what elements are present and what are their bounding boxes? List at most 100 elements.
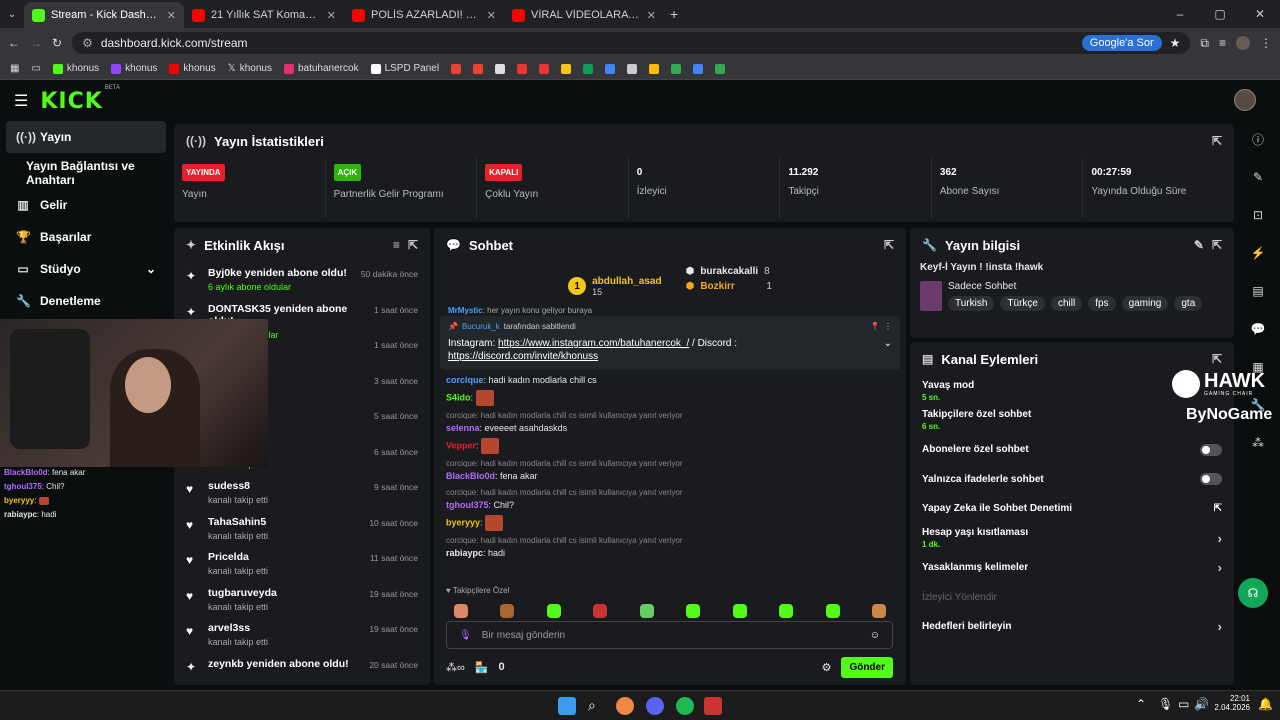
emote-icon[interactable] — [871, 604, 886, 618]
emote-icon[interactable] — [500, 604, 515, 618]
close-tab-icon[interactable]: ✕ — [167, 9, 176, 22]
emote-icon[interactable] — [639, 604, 654, 618]
sidebar-item-gelir[interactable]: ▥ Gelir — [0, 189, 172, 221]
microphone-icon[interactable]: 🎙 — [459, 630, 472, 641]
emote-icon[interactable] — [454, 604, 468, 618]
pinned-by-user[interactable]: Bucuruk_k — [462, 322, 500, 331]
emote-icon[interactable] — [546, 604, 561, 618]
close-window-icon[interactable]: ✕ — [1240, 7, 1280, 21]
drive-icon[interactable] — [671, 63, 682, 74]
site-info-icon[interactable]: ⚙ — [82, 36, 93, 50]
popout-icon[interactable]: ⇱ — [1212, 238, 1222, 252]
gifter-item[interactable]: ⬢ Bozkirr 1 — [686, 281, 772, 292]
action-emote-only[interactable]: Yalnızca ifadelerle sohbet — [910, 465, 1234, 495]
browser-tab[interactable]: 21 Yıllık SAT Komandosu İtiraflı ✕ — [184, 2, 344, 28]
edit-icon[interactable]: ✎ — [1194, 238, 1204, 252]
windows-start-icon[interactable] — [558, 697, 576, 715]
emote-icon[interactable] — [686, 604, 701, 618]
tag[interactable]: gta — [1174, 296, 1203, 311]
support-icon[interactable]: ☊ — [1238, 578, 1268, 608]
bookmark-star-icon[interactable]: ★ — [1170, 36, 1181, 50]
emote-only-toggle[interactable] — [1200, 473, 1222, 486]
sidebar-item-yayin[interactable]: ((·)) Yayın — [6, 121, 166, 153]
chevron-right-icon[interactable]: › — [1218, 619, 1222, 634]
browser-tab[interactable]: Stream - Kick Dashboard ✕ — [24, 2, 184, 28]
emoji-icon[interactable]: ☺ — [870, 630, 880, 641]
chat-input[interactable]: 🎙 Bir mesaj gönderin ☺ — [446, 621, 893, 649]
pin-action-icon[interactable]: 📍 — [870, 322, 880, 331]
new-tab-icon[interactable]: + — [670, 6, 678, 22]
sidebar-item-stream-key[interactable]: Yayın Bağlantısı ve Anahtarı — [0, 157, 172, 189]
message-user[interactable]: Vepper — [446, 440, 476, 450]
tag[interactable]: fps — [1088, 296, 1116, 311]
url-text[interactable]: dashboard.kick.com/stream — [101, 36, 248, 50]
action-ai-moderation[interactable]: Yapay Zeka ile Sohbet Denetimi ⇱ — [910, 494, 1234, 524]
close-tab-icon[interactable]: ✕ — [647, 9, 656, 22]
obs-icon[interactable] — [704, 697, 722, 715]
tag[interactable]: chill — [1050, 296, 1083, 311]
user-avatar[interactable] — [1234, 89, 1256, 111]
back-icon[interactable]: ← — [8, 36, 20, 50]
chevron-down-icon[interactable]: ⌄ — [884, 337, 892, 350]
lightning-icon[interactable]: ⚡ — [1240, 238, 1276, 268]
subscribers-only-toggle[interactable] — [1200, 443, 1222, 456]
gmail-icon[interactable] — [473, 63, 484, 74]
folder-icon[interactable]: ▭ — [31, 63, 40, 74]
tag[interactable]: Türkçe — [1000, 296, 1045, 311]
message-user[interactable]: corcique — [446, 375, 484, 385]
more-icon[interactable]: ⋮ — [884, 322, 892, 331]
search-icon[interactable]: ⌕ — [588, 697, 606, 715]
tray-chevron-icon[interactable]: ⌃ — [1136, 697, 1154, 715]
send-button[interactable]: Gönder — [841, 656, 893, 678]
chevron-down-icon[interactable]: ⌄ — [146, 262, 156, 276]
spotify-icon[interactable] — [676, 697, 694, 715]
popout-icon[interactable]: ⇱ — [884, 238, 894, 252]
microphone-icon[interactable]: 🎙 — [1158, 697, 1176, 715]
emote-icon[interactable] — [825, 604, 840, 618]
address-bar[interactable]: ⚙ dashboard.kick.com/stream Google'a Sor… — [72, 32, 1191, 54]
settings-icon[interactable]: ⚙ — [822, 661, 832, 674]
media-icon[interactable]: ≡ — [1219, 36, 1226, 50]
edit-icon[interactable]: ✎ — [1240, 162, 1276, 192]
popout-icon[interactable]: ⇱ — [1212, 134, 1222, 148]
discord-link[interactable]: https://discord.com/invite/khonuss — [448, 351, 598, 362]
message-user[interactable]: tghoul375 — [446, 500, 489, 510]
message-user[interactable]: S4ido — [446, 392, 471, 402]
extensions-icon[interactable]: ⧉ — [1200, 36, 1209, 51]
bookmark-item[interactable]: khonus — [111, 63, 157, 74]
capture-icon[interactable]: ⊡ — [1240, 200, 1276, 230]
emote-icon[interactable] — [779, 604, 794, 618]
tag[interactable]: Turkish — [948, 296, 995, 311]
volume-icon[interactable]: 🔊 — [1194, 697, 1212, 715]
tab-search-icon[interactable]: ⌄ — [0, 9, 24, 20]
message-user[interactable]: rabiaypc — [446, 548, 483, 558]
app-icon[interactable] — [605, 63, 616, 74]
app-icon[interactable] — [539, 63, 550, 74]
store-icon[interactable]: 🏪 — [475, 661, 489, 674]
gifter-item[interactable]: ⬢ burakcakalli 8 — [686, 266, 772, 277]
forward-icon[interactable]: → — [30, 36, 42, 50]
app-icon[interactable] — [649, 63, 660, 74]
app-icon[interactable] — [517, 63, 528, 74]
app-icon[interactable] — [693, 63, 704, 74]
category-name[interactable]: Sadece Sohbet — [948, 281, 1202, 292]
gifter-item[interactable]: 1 abdullah_asad 15 — [568, 266, 662, 306]
document-icon[interactable]: ▤ — [1240, 276, 1276, 306]
sidebar-item-basarilar[interactable]: 🏆 Başarılar — [0, 221, 172, 253]
message-user[interactable]: BlackBlo0d — [446, 471, 495, 481]
instagram-link[interactable]: https://www.instagram.com/batuhanercok_/ — [498, 338, 689, 349]
menu-icon[interactable]: ⋮ — [1260, 36, 1272, 50]
profile-icon[interactable] — [1236, 36, 1250, 50]
action-set-goals[interactable]: Hedefleri belirleyin › — [910, 612, 1234, 642]
bookmark-item[interactable]: khonus — [52, 63, 99, 74]
message-user[interactable]: byeryyy — [446, 517, 480, 527]
minimize-icon[interactable]: – — [1160, 7, 1200, 21]
action-banned-words[interactable]: Yasaklanmış kelimeler › — [910, 553, 1234, 583]
app-icon[interactable] — [715, 63, 726, 74]
bookmark-item[interactable]: LSPD Panel — [370, 63, 439, 74]
bookmark-item[interactable]: batuhanercok — [283, 63, 359, 74]
docs-icon[interactable] — [495, 63, 506, 74]
close-tab-icon[interactable]: ✕ — [327, 9, 336, 22]
close-tab-icon[interactable]: ✕ — [487, 9, 496, 22]
filter-icon[interactable]: ≡ — [393, 238, 400, 252]
